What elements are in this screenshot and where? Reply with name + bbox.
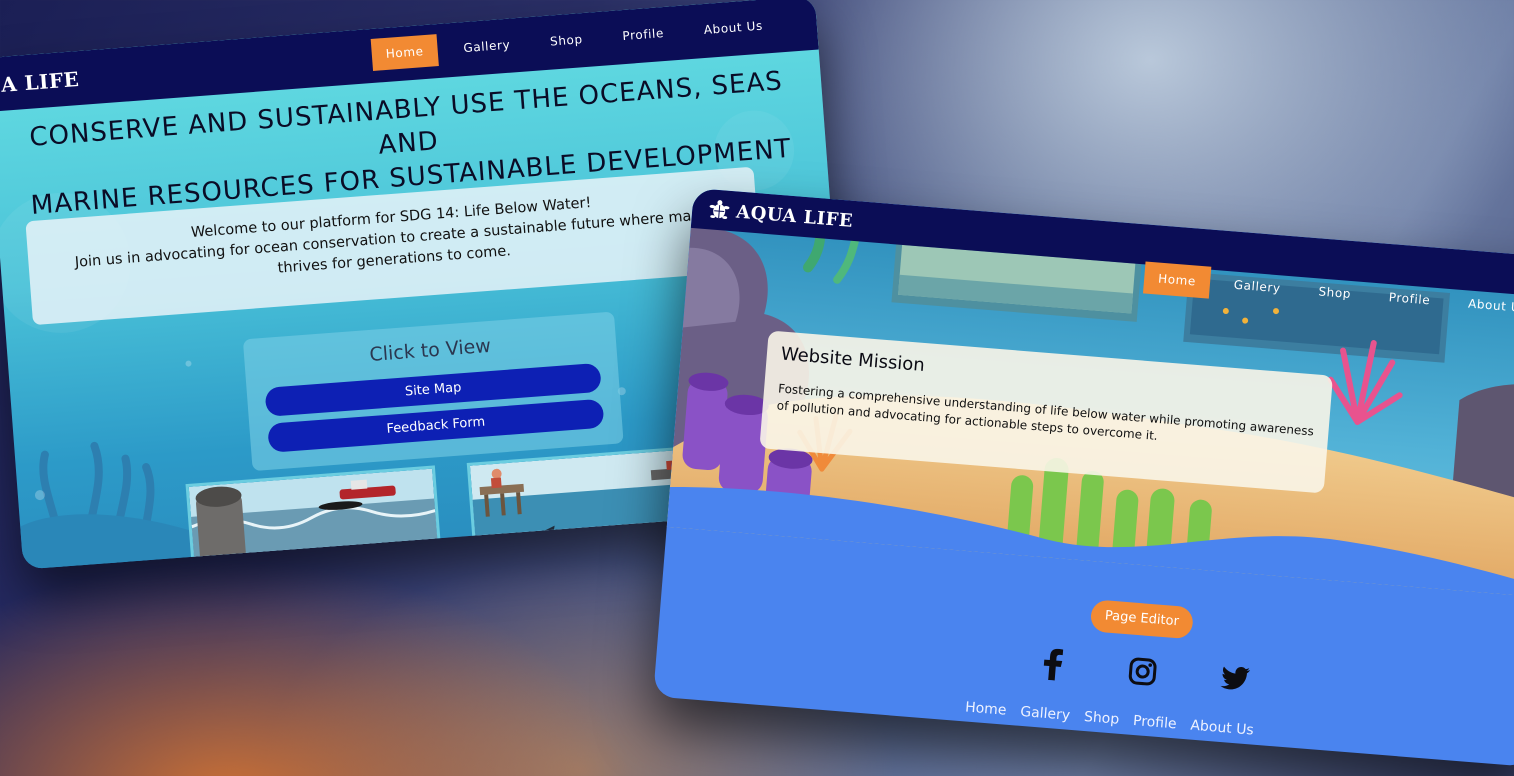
footer-link-gallery[interactable]: Gallery — [1020, 704, 1071, 724]
facebook-icon[interactable] — [1040, 647, 1066, 681]
nav-shop[interactable]: Shop — [1303, 274, 1366, 311]
footer-link-profile[interactable]: Profile — [1132, 713, 1177, 732]
nav-profile[interactable]: Profile — [1374, 280, 1446, 317]
nav-shop[interactable]: Shop — [535, 22, 598, 58]
twitter-icon[interactable] — [1219, 665, 1251, 693]
nav-about-us[interactable]: About Us — [689, 9, 778, 47]
site-logo[interactable]: A LIFE — [0, 67, 80, 97]
nav-profile[interactable]: Profile — [607, 16, 679, 53]
nav-gallery[interactable]: Gallery — [1219, 268, 1296, 306]
pollution-illustration — [188, 468, 441, 570]
footer-link-home[interactable]: Home — [965, 699, 1007, 718]
nav-about-us[interactable]: About U — [1453, 286, 1514, 324]
logo-text: AQUA LIFE — [735, 200, 854, 232]
about-page-window: AQUA LIFE Home Gallery Shop Profile Abou… — [653, 188, 1514, 767]
footer-link-about-us[interactable]: About Us — [1190, 718, 1254, 739]
nav-home[interactable]: Home — [370, 34, 439, 71]
turtle-icon — [709, 200, 730, 219]
nav-home[interactable]: Home — [1142, 261, 1212, 299]
footer-link-shop[interactable]: Shop — [1083, 709, 1119, 728]
instagram-icon[interactable] — [1128, 656, 1158, 686]
gallery-image-pollution[interactable] — [185, 465, 444, 570]
site-logo[interactable]: AQUA LIFE — [707, 198, 854, 232]
nav-gallery[interactable]: Gallery — [448, 28, 525, 66]
page-editor-button[interactable]: Page Editor — [1089, 599, 1194, 640]
click-to-view-panel: Click to View Site Map Feedback Form — [242, 311, 624, 472]
social-links — [1040, 647, 1252, 696]
footer-nav: Home Gallery Shop Profile About Us — [965, 699, 1269, 739]
